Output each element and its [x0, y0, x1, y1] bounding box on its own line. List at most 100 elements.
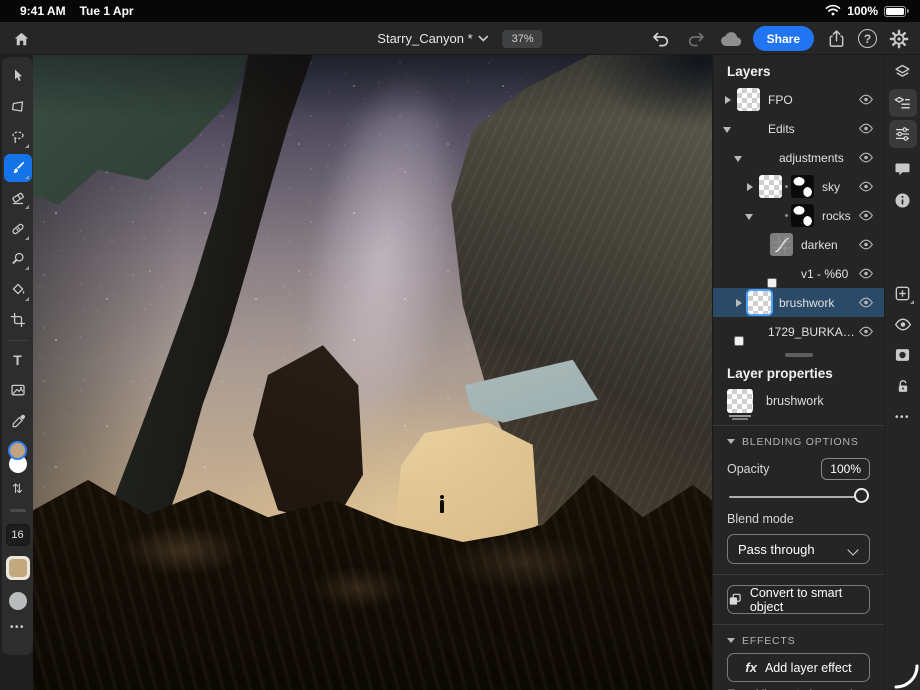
move-tool[interactable]	[4, 62, 32, 90]
layer-mask-thumbnail[interactable]	[791, 175, 814, 198]
layer-thumbnail[interactable]	[759, 204, 782, 227]
visibility-eye-icon[interactable]	[858, 180, 874, 193]
dodge-tool[interactable]	[4, 245, 32, 273]
share-button[interactable]: Share	[753, 26, 814, 51]
status-bar: 9:41 AM Tue 1 Apr 100%	[0, 0, 920, 22]
document-canvas[interactable]	[33, 55, 712, 690]
blend-mode-dropdown[interactable]: Pass through	[727, 534, 870, 564]
visibility-eye-icon[interactable]	[858, 209, 874, 222]
layer-thumbnail[interactable]	[770, 262, 793, 285]
more-tools-icon[interactable]: •••	[10, 622, 25, 633]
expand-icon[interactable]	[733, 297, 745, 309]
lasso-tool[interactable]	[4, 123, 32, 151]
home-button[interactable]	[8, 26, 34, 52]
add-layer-effect-button[interactable]: fx Add layer effect	[727, 653, 870, 682]
layer-thumbnail[interactable]	[759, 175, 782, 198]
document-title[interactable]: Starry_Canyon *	[377, 31, 488, 46]
visibility-eye-icon[interactable]	[858, 238, 874, 251]
layer-row-darken[interactable]: darken	[713, 230, 884, 259]
blending-options-header[interactable]: BLENDING OPTIONS	[727, 436, 870, 448]
panel-drag-handle[interactable]	[785, 353, 813, 357]
layer-row-edits[interactable]: Edits	[713, 114, 884, 143]
top-toolbar: Starry_Canyon * 37% Share ?	[0, 22, 920, 55]
layer-thumbnail[interactable]	[737, 88, 760, 111]
collapse-icon[interactable]	[722, 123, 734, 135]
info-icon[interactable]	[889, 186, 917, 214]
brush-preview[interactable]	[6, 556, 30, 580]
opacity-slider[interactable]	[729, 496, 866, 498]
export-icon[interactable]	[823, 26, 849, 52]
crop-tool[interactable]	[4, 306, 32, 334]
healing-brush-tool[interactable]	[4, 215, 32, 243]
layer-list: FPO Edits adjustments skyrocksdarkenv1 - %6…	[713, 85, 884, 346]
opacity-label: Opacity	[727, 462, 769, 476]
add-layer-icon[interactable]	[889, 279, 917, 307]
opacity-slider-knob[interactable]	[854, 488, 869, 503]
properties-layer-thumbnail	[727, 389, 753, 413]
layer-thumbnail[interactable]	[737, 117, 760, 140]
layer-row-rocks[interactable]: rocks	[713, 201, 884, 230]
blend-mode-value: Pass through	[738, 542, 815, 557]
collapse-icon[interactable]	[733, 152, 745, 164]
undo-button[interactable]	[648, 26, 674, 52]
gear-icon[interactable]	[886, 26, 912, 52]
adjustments-icon[interactable]	[889, 120, 917, 148]
foreground-color-swatch[interactable]	[8, 441, 27, 460]
visibility-icon[interactable]	[889, 310, 917, 338]
layer-mask-thumbnail[interactable]	[791, 204, 814, 227]
visibility-eye-icon[interactable]	[858, 93, 874, 106]
soft-brush-preview[interactable]	[9, 592, 27, 610]
collapse-icon[interactable]	[744, 210, 756, 222]
layer-properties-icon[interactable]	[889, 89, 917, 117]
layers-icon[interactable]	[889, 58, 917, 86]
effects-header[interactable]: EFFECTS	[727, 635, 870, 647]
help-icon[interactable]: ?	[858, 29, 877, 48]
fill-tool[interactable]	[4, 276, 32, 304]
expand-icon[interactable]	[744, 181, 756, 193]
swap-colors-icon[interactable]: ⇅	[12, 481, 23, 497]
comments-icon[interactable]	[889, 155, 917, 183]
type-tool[interactable]: T	[4, 346, 32, 374]
battery-icon	[884, 6, 906, 17]
visibility-eye-icon[interactable]	[858, 151, 874, 164]
layer-name: FPO	[768, 93, 858, 107]
layer-row-brushwork[interactable]: brushwork	[713, 288, 884, 317]
layer-row-fpo[interactable]: FPO	[713, 85, 884, 114]
zoom-level-badge[interactable]: 37%	[503, 30, 543, 48]
layer-thumbnail[interactable]	[748, 291, 771, 314]
vignette	[33, 55, 712, 690]
layers-panel: Layers FPO Edits adjustments skyrocksdarken…	[712, 55, 884, 690]
visibility-eye-icon[interactable]	[858, 325, 874, 338]
visibility-eye-icon[interactable]	[858, 122, 874, 135]
layer-row-v1-60[interactable]: v1 - %60	[713, 259, 884, 288]
layer-row-1729-burka-anced-nr33[interactable]: 1729_BURKA...anced-NR33	[713, 317, 884, 346]
layer-row-adjustments[interactable]: adjustments	[713, 143, 884, 172]
place-photo-tool[interactable]	[4, 376, 32, 404]
layer-name: adjustments	[779, 151, 858, 165]
layer-thumbnail[interactable]	[737, 320, 760, 343]
layer-row-sky[interactable]: sky	[713, 172, 884, 201]
more-icon[interactable]: •••	[889, 403, 917, 431]
brush-tool[interactable]	[4, 154, 32, 182]
expand-icon[interactable]	[722, 94, 734, 106]
type-tool-glyph: T	[13, 352, 22, 368]
mask-icon[interactable]	[889, 341, 917, 369]
eyedropper-tool[interactable]	[4, 407, 32, 435]
eraser-tool[interactable]	[4, 184, 32, 212]
wifi-icon	[825, 3, 841, 20]
transform-tool[interactable]	[4, 93, 32, 121]
visibility-eye-icon[interactable]	[858, 296, 874, 309]
visibility-eye-icon[interactable]	[858, 267, 874, 280]
properties-layer-name: brushwork	[766, 394, 824, 408]
cloud-sync-icon[interactable]	[718, 26, 744, 52]
brush-size-badge[interactable]: 16	[6, 524, 30, 546]
smart-object-badge	[734, 336, 744, 346]
blend-mode-label: Blend mode	[727, 512, 870, 526]
unlock-icon[interactable]	[889, 372, 917, 400]
layers-panel-title: Layers	[727, 64, 870, 79]
layer-thumbnail[interactable]	[748, 146, 771, 169]
redo-button[interactable]	[683, 26, 709, 52]
layer-thumbnail[interactable]	[770, 233, 793, 256]
opacity-value-field[interactable]: 100%	[821, 458, 870, 480]
convert-to-smart-object-button[interactable]: Convert to smart object	[727, 585, 870, 614]
